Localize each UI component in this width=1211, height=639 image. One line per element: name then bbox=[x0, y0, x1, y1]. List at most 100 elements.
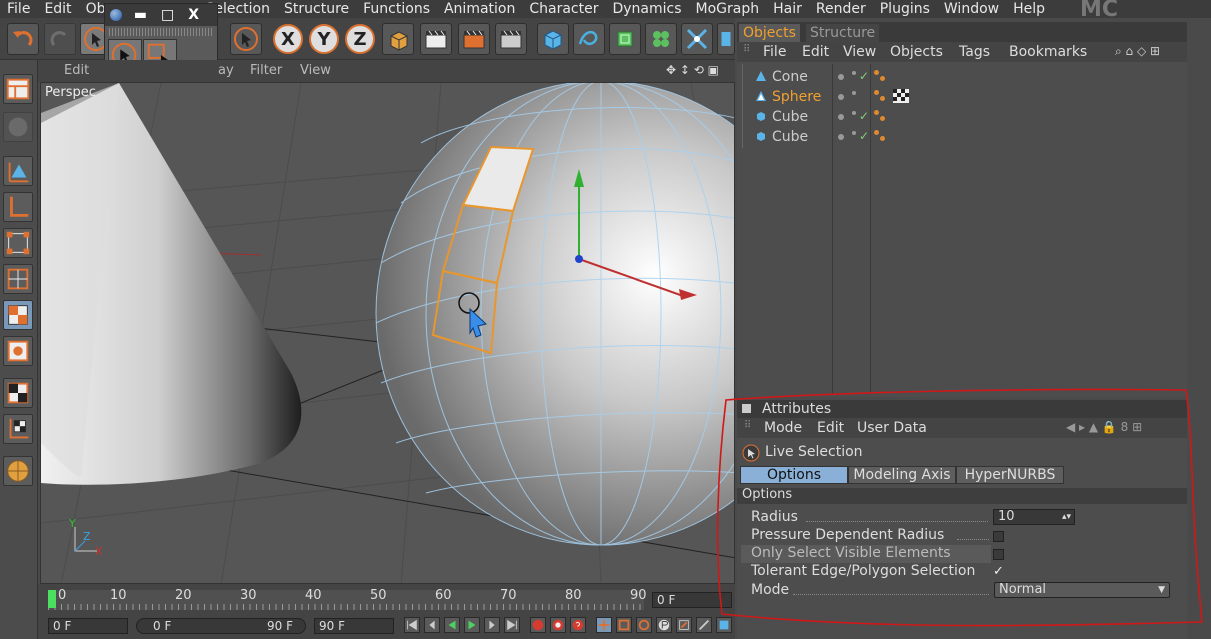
om-menu-edit[interactable]: Edit bbox=[802, 44, 829, 60]
autokey-button[interactable] bbox=[550, 617, 566, 633]
menu-window[interactable]: Window bbox=[937, 1, 1006, 17]
palette-close-button[interactable]: X bbox=[188, 7, 199, 23]
start-frame-field[interactable]: 0 F bbox=[48, 618, 128, 634]
add-nurbs-button[interactable] bbox=[609, 23, 641, 55]
cube2-tag-icon[interactable] bbox=[874, 130, 879, 135]
cube1-tag-icon-2[interactable] bbox=[880, 116, 885, 121]
goto-start-button[interactable] bbox=[404, 617, 420, 633]
radius-stepper-icon[interactable]: ▴▾ bbox=[1062, 510, 1071, 524]
om-search-icon[interactable]: ⌕ ⌂ ◇ ⊞ bbox=[1115, 44, 1160, 59]
prev-frame-button[interactable] bbox=[424, 617, 440, 633]
sphere-tag-icon[interactable] bbox=[874, 90, 879, 95]
attr-menu-edit[interactable]: Edit bbox=[817, 420, 844, 436]
object-row-cone[interactable]: Cone bbox=[742, 67, 832, 87]
layout-button[interactable] bbox=[3, 74, 33, 104]
add-scene-button[interactable] bbox=[717, 23, 735, 55]
world-coordinates-button[interactable] bbox=[382, 23, 414, 55]
menu-character[interactable]: Character bbox=[522, 1, 605, 17]
mode-dropdown[interactable]: Normal ▼ bbox=[994, 582, 1170, 598]
render-settings-button[interactable] bbox=[495, 23, 527, 55]
key-position-button[interactable] bbox=[596, 617, 612, 633]
use-texture-axis-button[interactable] bbox=[3, 378, 33, 408]
render-picture-viewer-button[interactable] bbox=[458, 23, 490, 55]
tab-objects[interactable]: Objects bbox=[739, 24, 800, 42]
goto-end-button[interactable] bbox=[504, 617, 520, 633]
make-editable-button[interactable] bbox=[3, 112, 33, 142]
preview-range-slider[interactable]: 0 F 90 F bbox=[136, 618, 306, 634]
cube1-render-visibility[interactable] bbox=[852, 111, 856, 115]
attr-menu-mode[interactable]: Mode bbox=[764, 420, 802, 436]
redo-button[interactable] bbox=[44, 23, 76, 55]
menu-render[interactable]: Render bbox=[809, 1, 873, 17]
attr-nav-icons[interactable]: ◀ ▸ ▲ 🔒 8 ⊞ bbox=[1066, 420, 1142, 434]
use-point-tool-button[interactable] bbox=[3, 228, 33, 258]
sphere-object[interactable] bbox=[375, 83, 735, 546]
sphere-tag-icon-2[interactable] bbox=[880, 96, 885, 101]
tolerant-selection-checkbox[interactable]: ✓ bbox=[993, 565, 1004, 578]
key-point-button[interactable] bbox=[696, 617, 712, 633]
attr-tab-hypernurbs[interactable]: HyperNURBS bbox=[956, 466, 1064, 484]
use-texture-tool-button[interactable] bbox=[3, 336, 33, 366]
viewport-camera-label[interactable]: Perspec bbox=[45, 85, 96, 100]
menu-hair[interactable]: Hair bbox=[766, 1, 809, 17]
cube1-enabled-check[interactable]: ✓ bbox=[859, 109, 869, 123]
attr-menu-user-data[interactable]: User Data bbox=[857, 420, 927, 436]
sphere-render-visibility[interactable] bbox=[852, 91, 856, 95]
cube1-tag-icon[interactable] bbox=[874, 110, 879, 115]
add-array-button[interactable] bbox=[645, 23, 677, 55]
key-rotation-button[interactable] bbox=[636, 617, 652, 633]
cube2-editor-visibility[interactable] bbox=[838, 134, 844, 140]
viewport-menu-view[interactable]: View bbox=[300, 63, 331, 78]
timeline-playhead[interactable] bbox=[48, 590, 56, 608]
record-keyframe-button[interactable] bbox=[530, 617, 546, 633]
viewport-menu-filter[interactable]: Filter bbox=[250, 63, 282, 78]
x-axis-button[interactable]: X bbox=[272, 23, 304, 55]
key-parameter-button[interactable] bbox=[656, 617, 672, 633]
perspective-viewport[interactable]: Perspec Y Z X bbox=[40, 82, 735, 584]
attr-tab-options[interactable]: Options bbox=[740, 466, 848, 484]
use-edge-tool-button[interactable] bbox=[3, 264, 33, 294]
cone-enabled-check[interactable]: ✓ bbox=[859, 69, 869, 83]
om-menu-bookmarks[interactable]: Bookmarks bbox=[1009, 44, 1087, 60]
render-view-button[interactable] bbox=[420, 23, 452, 55]
viewport-menu-edit[interactable]: Edit bbox=[64, 63, 89, 78]
add-spline-button[interactable] bbox=[573, 23, 605, 55]
use-texture-object-button[interactable] bbox=[3, 414, 33, 444]
sphere-texture-tag-icon[interactable] bbox=[893, 89, 909, 103]
end-frame-field[interactable]: 90 F bbox=[314, 618, 394, 634]
pressure-radius-checkbox[interactable] bbox=[993, 531, 1004, 542]
key-scale-button[interactable] bbox=[616, 617, 632, 633]
add-cube-button[interactable] bbox=[537, 23, 569, 55]
undo-button[interactable] bbox=[7, 23, 39, 55]
om-menu-view[interactable]: View bbox=[843, 44, 876, 60]
menu-help[interactable]: Help bbox=[1006, 1, 1052, 17]
cube2-enabled-check[interactable]: ✓ bbox=[859, 129, 869, 143]
viewport-menu-display[interactable]: ay bbox=[218, 63, 234, 78]
menu-dynamics[interactable]: Dynamics bbox=[605, 1, 688, 17]
cube1-editor-visibility[interactable] bbox=[838, 114, 844, 120]
cone-editor-visibility[interactable] bbox=[838, 74, 844, 80]
cube2-render-visibility[interactable] bbox=[852, 131, 856, 135]
object-row-sphere[interactable]: Sphere bbox=[742, 87, 832, 107]
menu-structure[interactable]: Structure bbox=[277, 1, 356, 17]
key-menu-button[interactable] bbox=[716, 617, 732, 633]
cone-tag-icon[interactable] bbox=[874, 70, 879, 75]
cube2-tag-icon-2[interactable] bbox=[880, 136, 885, 141]
palette-minimize-button[interactable]: ▬ bbox=[134, 7, 147, 23]
attr-tab-modeling-axis[interactable]: Modeling Axis bbox=[848, 466, 956, 484]
current-frame-field[interactable]: 0 F bbox=[652, 592, 732, 608]
menu-file[interactable]: File bbox=[0, 1, 37, 17]
keyframe-selection-button[interactable] bbox=[570, 617, 586, 633]
y-axis-button[interactable]: Y bbox=[308, 23, 340, 55]
object-row-cube-2[interactable]: Cube bbox=[742, 127, 832, 147]
palette-grip[interactable] bbox=[109, 28, 213, 36]
play-forward-button[interactable] bbox=[464, 617, 480, 633]
add-deformer-button[interactable] bbox=[681, 23, 713, 55]
viewport-navigation-icons[interactable]: ✥ ↕ ⟲ ▣ bbox=[666, 63, 719, 77]
menu-edit[interactable]: Edit bbox=[37, 1, 78, 17]
menu-mograph[interactable]: MoGraph bbox=[689, 1, 767, 17]
palette-titlebar[interactable]: ▬ □ X bbox=[105, 4, 217, 26]
use-model-tool-button[interactable] bbox=[3, 156, 33, 186]
om-menu-file[interactable]: File bbox=[763, 44, 786, 60]
z-axis-button[interactable]: Z bbox=[344, 23, 376, 55]
